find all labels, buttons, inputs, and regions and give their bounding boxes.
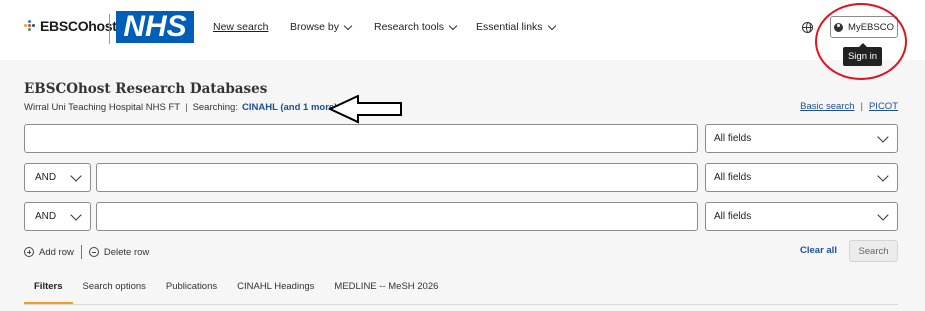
field-select-value: All fields	[714, 172, 752, 183]
row-actions: Add row Delete row	[24, 245, 149, 259]
divider	[80, 245, 82, 259]
boolean-select-value: AND	[35, 211, 57, 222]
chevron-down-icon	[70, 209, 82, 221]
top-navigation: EBSCOhost NHS New search Browse by Resea…	[0, 0, 925, 60]
nhs-logo: NHS	[116, 11, 194, 43]
search-term-input-3[interactable]	[96, 202, 698, 231]
nav-new-search-label: New search	[213, 21, 269, 33]
separator: |	[185, 102, 188, 113]
field-select-1[interactable]: All fields	[705, 124, 898, 153]
chevron-down-icon	[877, 209, 889, 221]
chevron-down-icon	[877, 131, 889, 143]
databases-link[interactable]: CINAHL (and 1 more)	[242, 102, 337, 113]
page-title: EBSCOhost Research Databases	[24, 81, 268, 97]
search-row-2: AND All fields	[24, 163, 898, 192]
sign-in-tooltip: Sign in	[843, 43, 882, 66]
ebsco-dots-icon	[24, 19, 38, 33]
tab-filters[interactable]: Filters	[24, 276, 73, 304]
globe-language-icon[interactable]	[802, 22, 813, 33]
chevron-down-icon	[877, 170, 889, 182]
search-term-input-1[interactable]	[24, 124, 698, 153]
add-circle-icon	[24, 247, 34, 257]
institution-name: Wirral Uni Teaching Hospital NHS FT	[24, 102, 181, 113]
field-select-2[interactable]: All fields	[705, 163, 898, 192]
tab-medline-mesh[interactable]: MEDLINE -- MeSH 2026	[324, 276, 448, 304]
search-row-1: All fields	[24, 124, 898, 153]
tab-publications[interactable]: Publications	[156, 276, 227, 304]
annotation-arrow-icon	[328, 95, 402, 124]
separator: |	[860, 101, 863, 112]
nav-research-tools[interactable]: Research tools	[374, 21, 458, 33]
nav-essential-links[interactable]: Essential links	[476, 21, 556, 33]
search-mode-links: Basic search | PICOT	[800, 101, 898, 112]
chevron-down-icon	[70, 170, 82, 182]
nav-essential-links-label: Essential links	[476, 21, 543, 33]
field-select-value: All fields	[714, 133, 752, 144]
logo-divider	[109, 14, 110, 44]
ebscohost-logo-text: EBSCOhost	[40, 18, 117, 34]
tabs-divider	[24, 304, 898, 305]
nav-research-tools-label: Research tools	[374, 21, 445, 33]
field-select-value: All fields	[714, 211, 752, 222]
chevron-down-icon	[448, 21, 458, 30]
search-tabs: Filters Search options Publications CINA…	[24, 276, 448, 304]
tab-cinahl-headings[interactable]: CINAHL Headings	[227, 276, 324, 304]
boolean-select-3[interactable]: AND	[24, 202, 91, 231]
boolean-select-2[interactable]: AND	[24, 163, 91, 192]
nav-browse-by[interactable]: Browse by	[290, 21, 353, 33]
picot-link[interactable]: PICOT	[869, 101, 898, 112]
institution-line: Wirral Uni Teaching Hospital NHS FT | Se…	[24, 102, 337, 113]
search-row-3: AND All fields	[24, 202, 898, 231]
minus-circle-icon	[88, 247, 99, 257]
boolean-select-value: AND	[35, 172, 57, 183]
chevron-down-icon	[343, 21, 353, 30]
nav-browse-by-label: Browse by	[290, 21, 340, 33]
myebsco-button[interactable]: MyEBSCO	[830, 16, 898, 38]
nav-new-search[interactable]: New search	[213, 21, 268, 33]
chevron-down-icon	[547, 21, 556, 30]
searching-label: Searching:	[192, 102, 238, 113]
field-select-3[interactable]: All fields	[705, 202, 898, 231]
clear-all-button[interactable]: Clear all	[800, 245, 837, 256]
tab-search-options[interactable]: Search options	[73, 276, 156, 304]
myebsco-label: MyEBSCO	[848, 21, 894, 33]
add-row-button[interactable]: Add row	[39, 247, 74, 258]
basic-search-link[interactable]: Basic search	[800, 101, 854, 112]
search-term-input-2[interactable]	[96, 163, 698, 192]
user-icon	[834, 22, 844, 32]
ebscohost-logo[interactable]: EBSCOhost	[24, 18, 117, 34]
search-button[interactable]: Search	[849, 240, 898, 262]
delete-row-button[interactable]: Delete row	[104, 247, 149, 258]
